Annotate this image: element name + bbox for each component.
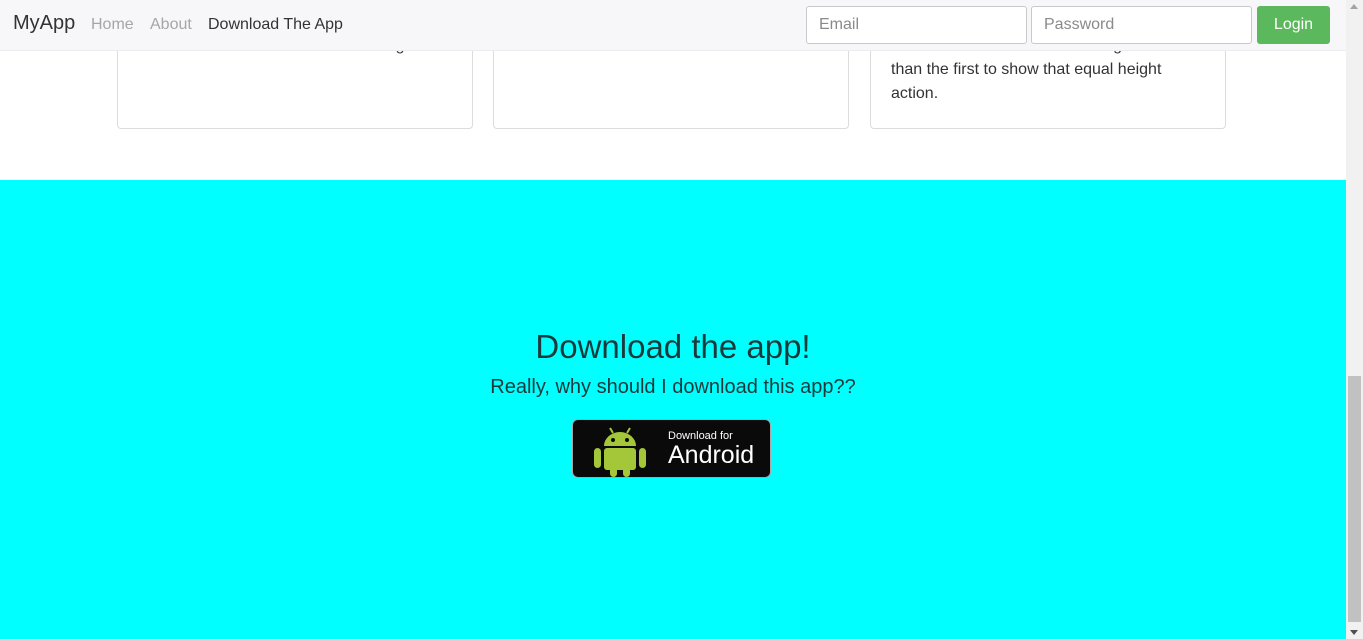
login-button[interactable]: Login	[1257, 6, 1330, 44]
email-input[interactable]	[806, 6, 1027, 44]
scroll-down-arrow-icon[interactable]	[1350, 630, 1358, 635]
download-title: Download the app!	[535, 328, 811, 365]
badge-big-text: Android	[668, 441, 755, 469]
nav-link-about[interactable]: About	[150, 16, 192, 34]
page-scrollbar[interactable]	[1346, 0, 1363, 639]
android-robot-icon	[594, 427, 646, 477]
password-input[interactable]	[1031, 6, 1252, 44]
nav-link-home[interactable]: Home	[91, 16, 134, 34]
android-download-button[interactable]: Download for Android	[572, 419, 771, 478]
download-subtitle: Really, why should I download this app??	[490, 376, 856, 398]
scroll-thumb[interactable]	[1348, 376, 1361, 622]
navbar: MyApp Home About Download The App Login	[0, 0, 1346, 51]
download-section: Download the app! Really, why should I d…	[0, 180, 1346, 639]
scroll-up-arrow-icon[interactable]	[1350, 4, 1358, 9]
brand-link[interactable]: MyApp	[13, 12, 75, 35]
nav-link-download[interactable]: Download The App	[208, 16, 343, 34]
